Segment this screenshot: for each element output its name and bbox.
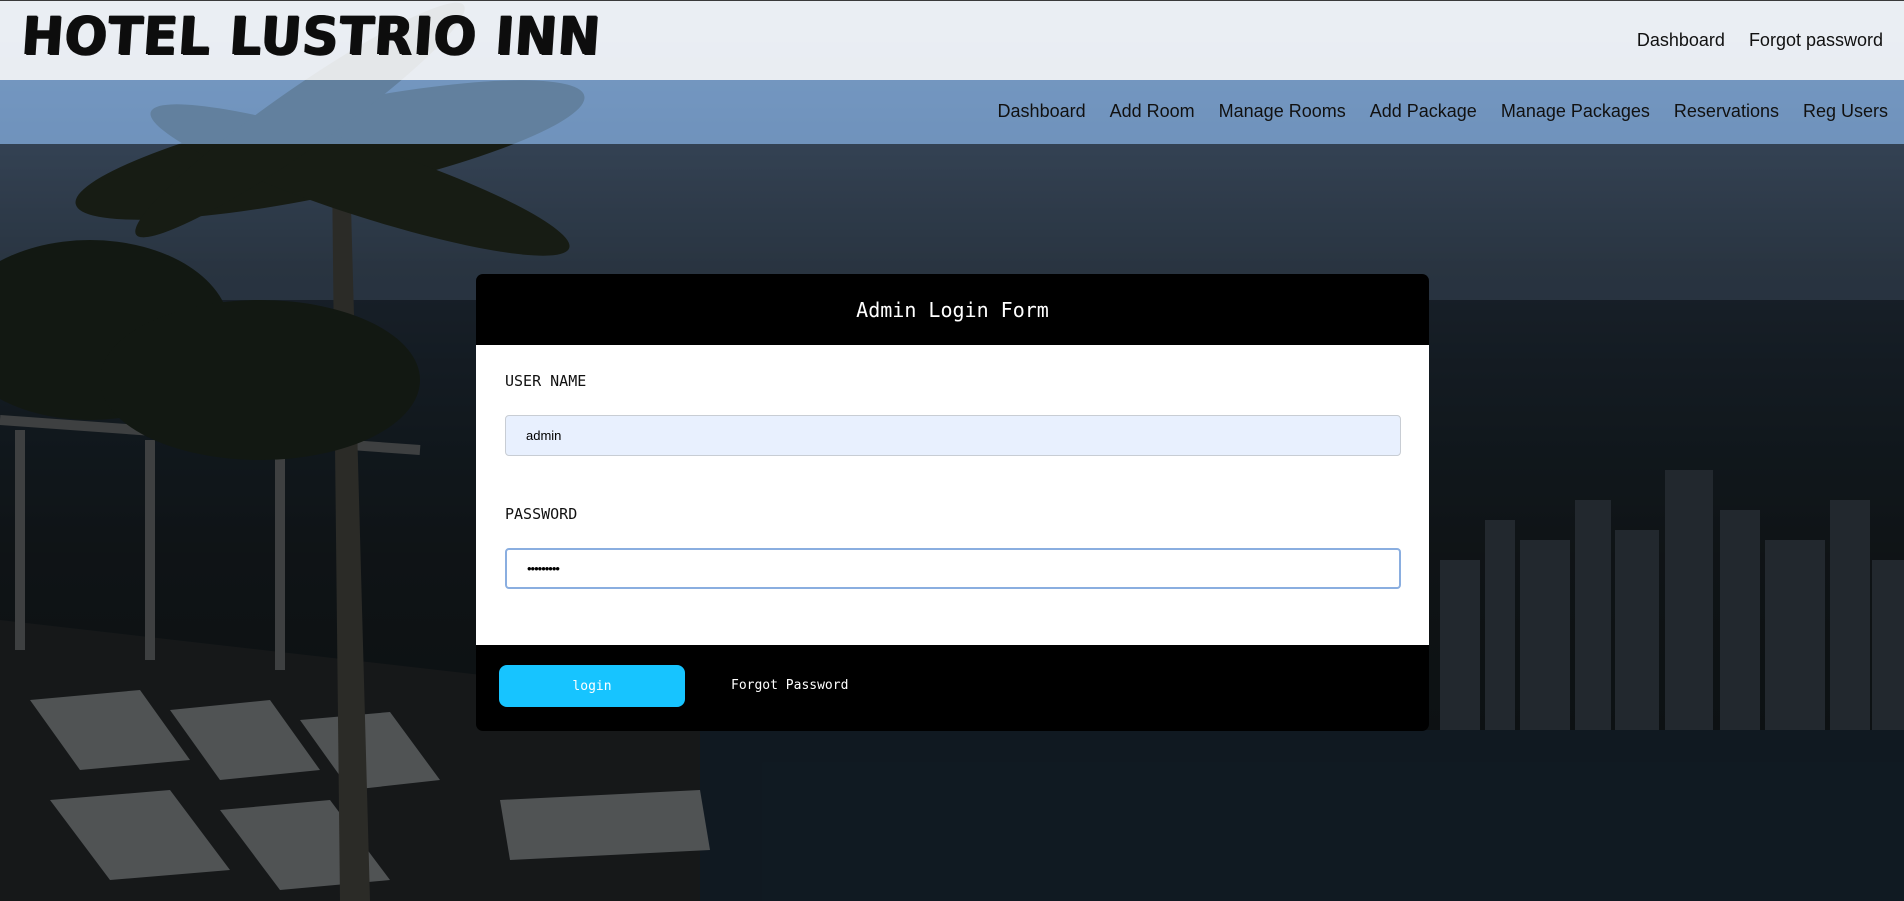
form-title: Admin Login Form <box>856 297 1049 322</box>
nav-item-add-room[interactable]: Add Room <box>1110 101 1195 122</box>
username-input[interactable] <box>505 415 1401 456</box>
password-input[interactable] <box>505 548 1401 589</box>
admin-login-panel: Admin Login Form USER NAME PASSWORD logi… <box>476 274 1429 731</box>
top-header: HOTEL LUSTRIO INN Dashboard Forgot passw… <box>0 0 1904 80</box>
nav-item-reg-users[interactable]: Reg Users <box>1803 101 1888 122</box>
username-label: USER NAME <box>505 372 587 390</box>
panel-footer: login Forgot Password <box>476 645 1429 731</box>
brand-logo[interactable]: HOTEL LUSTRIO INN <box>20 6 603 67</box>
nav-item-reservations[interactable]: Reservations <box>1674 101 1779 122</box>
top-link-forgot-password[interactable]: Forgot password <box>1749 30 1883 51</box>
login-button[interactable]: login <box>499 665 685 707</box>
nav-item-manage-rooms[interactable]: Manage Rooms <box>1219 101 1346 122</box>
main-navbar: Dashboard Add Room Manage Rooms Add Pack… <box>0 80 1904 144</box>
top-links: Dashboard Forgot password <box>1637 30 1883 51</box>
nav-item-manage-packages[interactable]: Manage Packages <box>1501 101 1650 122</box>
password-label: PASSWORD <box>505 505 578 523</box>
nav-menu: Dashboard Add Room Manage Rooms Add Pack… <box>998 101 1888 122</box>
nav-item-dashboard[interactable]: Dashboard <box>998 101 1086 122</box>
top-link-dashboard[interactable]: Dashboard <box>1637 30 1725 51</box>
nav-item-add-package[interactable]: Add Package <box>1370 101 1477 122</box>
forgot-password-link[interactable]: Forgot Password <box>731 678 848 693</box>
panel-body: USER NAME PASSWORD <box>476 345 1429 645</box>
panel-header: Admin Login Form <box>476 274 1429 345</box>
